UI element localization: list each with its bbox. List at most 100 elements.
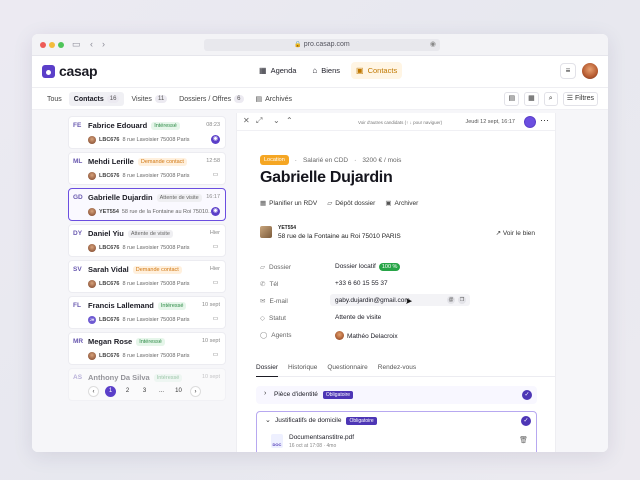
maximize-window-button[interactable] [58,42,64,48]
contact-name-text: Daniel Yiu [88,229,124,238]
trash-icon[interactable]: 🗑 [519,436,528,444]
tab-historique[interactable]: Historique [288,363,317,376]
detail-actions: ▦ Planifier un RDV ▱ Dépôt dossier ▣ Archiv… [260,199,418,207]
contact-card[interactable]: MR Megan Rose Intéressé 10 sept LBC676 8 r… [68,332,226,365]
contact-name-text: Anthony Da Silva [88,373,150,382]
contact-initials: FL [73,302,81,309]
email-value: gaby.dujardin@gmail.com [335,297,410,304]
page-3[interactable]: 3 [139,386,150,397]
property-address: 58 rue de la Fontaine au Roi 75010 PARIS [278,233,401,240]
property-address: 8 rue Lavoisier 75008 Paris [122,173,190,179]
chat-icon[interactable]: ▭ [211,279,220,288]
status-icon[interactable] [524,116,536,128]
agent-avatar: JH [88,316,96,324]
next-page-icon[interactable]: › [190,386,201,397]
mail-action-icon[interactable]: @ [447,296,455,304]
plan-rdv-button[interactable]: ▦ Planifier un RDV [260,199,317,207]
search-icon[interactable]: ⌕ [543,92,558,106]
contact-name: Fabrice Edouard Intéressé [88,121,180,130]
agent-value[interactable]: Mathéo Delacroix [335,331,398,340]
chevron-down-icon[interactable]: ⌄ [273,116,280,125]
contact-card[interactable]: FL Francis Lallemand Intéressé 10 sept JH… [68,296,226,329]
logo[interactable]: casap [42,63,98,79]
chevron-up-icon[interactable]: ⌃ [286,116,293,125]
tab-dossiers[interactable]: Dossiers / Offres 6 [174,92,248,106]
back-icon[interactable]: ‹ [90,39,93,49]
tab-visites-label: Visites [131,95,152,103]
doc-section-domicile[interactable]: ⌄ Justificatifs de domicile Obligatoire ✓… [256,411,537,452]
chat-icon[interactable]: ▭ [211,351,220,360]
status-label: Statut [269,315,286,322]
chat-icon[interactable]: ▭ [211,315,220,324]
archive-button[interactable]: ▣ Archiver [385,199,418,207]
contact-card[interactable]: FE Fabrice Edouard Intéressé 08:23 LBC676… [68,116,226,149]
deposit-button[interactable]: ▱ Dépôt dossier [327,199,375,207]
detail-toolbar: ✕ ⤢ ⌄ ⌃ Voir d'autres candidats (↑ ↓ pou… [237,113,555,131]
email-label: E-mail [269,298,288,305]
contact-initials: GD [73,194,83,201]
nav-contacts[interactable]: ▣ Contacts [351,62,403,79]
filter-tabs: Tous Contacts 16 Visites 11 Dossiers / Off… [42,92,297,106]
menu-icon[interactable]: ≡ [560,63,576,79]
contact-card[interactable]: ML Mehdi Lerille Demande contact 12:58 LB… [68,152,226,185]
more-icon[interactable]: ⋯ [540,115,549,126]
email-field[interactable]: gaby.dujardin@gmail.com @ ❐ [330,294,470,306]
logo-text: casap [59,63,98,79]
forward-icon[interactable]: › [102,39,105,49]
activity-icon[interactable]: ◉ [211,207,220,216]
property-thumb [88,208,96,216]
contact-card-selected[interactable]: GD Gabrielle Dujardin Attente de visite 1… [68,188,226,221]
tel-value[interactable]: +33 6 60 15 55 37 [335,280,388,287]
filters-button[interactable]: ☰ Filtres [562,92,598,106]
nav-agenda[interactable]: ▦ Agenda [254,62,301,79]
nav-biens[interactable]: ⌂ Biens [307,62,345,79]
prev-page-icon[interactable]: ‹ [88,386,99,397]
dossier-label: Dossier [269,264,292,271]
contact-initials: MR [73,338,84,345]
minimize-window-button[interactable] [49,42,55,48]
tab-dossier[interactable]: Dossier [256,363,279,377]
field-value[interactable]: Dossier locatif 100 % [335,263,401,271]
chat-icon[interactable]: ▭ [211,171,220,180]
nav-agenda-label: Agenda [270,66,297,75]
url-bar[interactable]: 🔒 pro.casap.com ◉ [204,39,440,51]
page-1[interactable]: 1 [105,386,116,397]
page-2[interactable]: 2 [122,386,133,397]
doc-section-identity[interactable]: › Pièce d'identité Obligatoire ✓ [256,386,537,404]
expand-icon[interactable]: ⤢ [256,116,262,126]
sidebar-toggle-icon[interactable]: ▭ [72,39,81,50]
page-10[interactable]: 10 [173,386,184,397]
location-tag: Location [260,155,289,165]
lock-icon: 🔒 [294,42,302,48]
export-icon[interactable]: ▤ [504,92,520,106]
property-address: 8 rue Lavoisier 75008 Paris [122,317,190,323]
chat-icon[interactable]: ▭ [211,243,220,252]
contact-detail-panel: ✕ ⤢ ⌄ ⌃ Voir d'autres candidats (↑ ↓ pou… [236,113,556,452]
contact-card[interactable]: DY Daniel Yiu Attente de visite Hier LBC6… [68,224,226,257]
tab-questionnaire[interactable]: Questionnaire [327,363,367,376]
tab-contacts[interactable]: Contacts 16 [68,92,125,106]
status-value[interactable]: Attente de visite [335,314,381,321]
tab-visites-count: 11 [154,95,168,103]
tab-tous[interactable]: Tous [42,92,67,106]
close-window-button[interactable] [40,42,46,48]
tab-archives[interactable]: ▤ Archivés [251,92,297,106]
filters-label: Filtres [574,95,594,102]
contact-name-text: Megan Rose [88,337,133,346]
tab-archives-label: Archivés [265,95,292,103]
camera-icon[interactable]: ◉ [430,39,436,51]
activity-icon[interactable]: ◉ [211,135,220,144]
user-avatar[interactable] [582,63,598,79]
tab-rendez-vous[interactable]: Rendez-vous [378,363,416,376]
status-badge: Demande contact [137,158,187,166]
tab-visites[interactable]: Visites 11 [126,92,172,106]
agents-label: Agents [271,332,292,339]
contact-card[interactable]: SV Sarah Vidal Demande contact Hier LBC67… [68,260,226,293]
tel-label: Tél [269,281,279,288]
grid-view-icon[interactable]: ▦ [524,92,539,106]
contact-list: FE Fabrice Edouard Intéressé 08:23 LBC676… [68,116,226,404]
copy-icon[interactable]: ❐ [458,296,466,304]
deposit-label: Dépôt dossier [335,200,376,207]
see-property-link[interactable]: ↗ Voir le bien [496,229,535,237]
close-icon[interactable]: ✕ [243,116,250,125]
